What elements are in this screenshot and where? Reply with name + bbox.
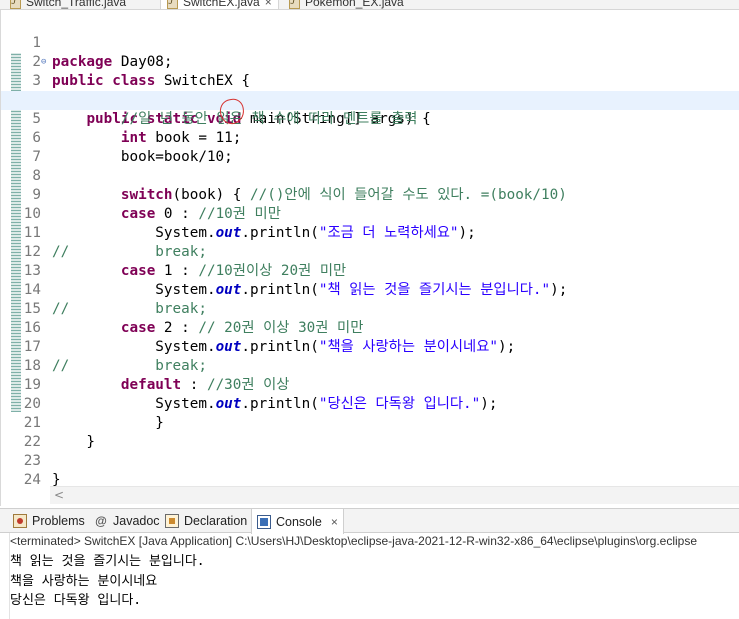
horizontal-scrollbar[interactable]: <	[50, 486, 739, 504]
line-number: 24	[23, 472, 41, 488]
editor-tab-bar: Switch_Traffic.java SwitchEX.java × Poke…	[0, 0, 739, 10]
code-line: 6 book=book/10;	[1, 110, 739, 165]
tab-pokemon-ex[interactable]: Pokemon_EX.java	[283, 0, 410, 9]
panel-tab-bar: Problems @ Javadoc Declaration Console ×	[0, 508, 739, 534]
code-line: 3 ⊖ public static void main(String[] arg…	[1, 53, 739, 127]
tab-label: Console	[276, 514, 322, 529]
close-icon[interactable]: ×	[265, 0, 272, 9]
code-line: 2 public class SwitchEX {	[1, 34, 739, 89]
console-line: 당신은 다독왕 입니다.	[10, 593, 142, 608]
code-line: 17 // break;	[1, 319, 739, 374]
code-line: 4 //일 년 동안 읽은 책 수에 따라 멘트를 출력	[1, 72, 739, 127]
scroll-left-icon[interactable]: <	[54, 488, 64, 502]
tab-label: SwitchEX.java	[183, 0, 260, 9]
code-line: 8 switch(book) { //()안에 식이 들어갈 수도 있다. =(…	[1, 148, 739, 203]
tab-switchex[interactable]: SwitchEX.java ×	[160, 0, 279, 9]
tab-console[interactable]: Console ×	[251, 509, 344, 534]
code-line: 19 System.out.println("당신은 다독왕 입니다.");	[1, 357, 739, 412]
tab-javadoc[interactable]: @ Javadoc	[89, 509, 165, 533]
declaration-icon	[165, 514, 179, 528]
code-line: 1 package Day08;	[1, 15, 739, 70]
tab-label: Switch_Traffic.java	[26, 0, 127, 9]
code-line: 20 }	[1, 376, 739, 431]
tab-label: Problems	[32, 514, 85, 528]
code-line: 16 System.out.println("책을 사랑하는 분이시네요");	[1, 300, 739, 355]
code-area[interactable]: 1 package Day08; 2 public class SwitchEX…	[1, 15, 739, 488]
code-line: 18 default : //30권 이상	[1, 338, 739, 393]
tab-problems[interactable]: Problems	[8, 509, 90, 533]
tab-label: Declaration	[184, 514, 248, 528]
tab-declaration[interactable]: Declaration	[160, 509, 252, 533]
code-line: 23 }	[1, 433, 739, 488]
console-line: 책을 사랑하는 분이시네요	[10, 573, 158, 589]
console-output[interactable]: 책 읽는 것을 즐기시는 분입니다. 책을 사랑하는 분이시네요 당신은 다독왕…	[10, 552, 739, 611]
tab-label: Javadoc	[113, 514, 160, 528]
panel-left-edge	[0, 533, 10, 619]
code-line: 7	[1, 129, 739, 165]
code-line: 24	[1, 452, 739, 488]
java-file-icon	[167, 0, 178, 9]
code-line: 10 System.out.println("조금 더 노력하세요");	[1, 186, 739, 241]
javadoc-icon: @	[95, 514, 107, 528]
console-icon	[257, 514, 271, 529]
console-status: <terminated> SwitchEX [Java Application]…	[10, 534, 698, 548]
code-line: 15 case 2 : // 20권 이상 30권 미만	[1, 281, 739, 336]
code-line: 14 // break;	[1, 262, 739, 317]
code-editor[interactable]: 1 package Day08; 2 public class SwitchEX…	[0, 10, 739, 506]
close-icon[interactable]: ×	[331, 515, 338, 529]
code-line: 13 System.out.println("책 읽는 것을 즐기시는 분입니다…	[1, 243, 739, 298]
code-line: 9 case 0 : //10권 미만	[1, 167, 739, 222]
console-line: 책 읽는 것을 즐기시는 분입니다.	[10, 554, 205, 569]
tab-switch-traffic[interactable]: Switch_Traffic.java	[4, 0, 132, 9]
fold-collapse-icon[interactable]: ⊖	[41, 53, 46, 72]
java-file-icon	[289, 0, 300, 9]
code-line: 12 case 1 : //10권이상 20권 미만	[1, 224, 739, 279]
code-line: 21 }	[1, 395, 739, 450]
java-file-icon	[10, 0, 21, 9]
code-line-current: 5 int book = 11;	[1, 91, 739, 146]
code-line: 22	[1, 414, 739, 450]
problems-icon	[13, 514, 27, 528]
tab-label: Pokemon_EX.java	[305, 0, 404, 9]
code-line: 11 // break;	[1, 205, 739, 260]
